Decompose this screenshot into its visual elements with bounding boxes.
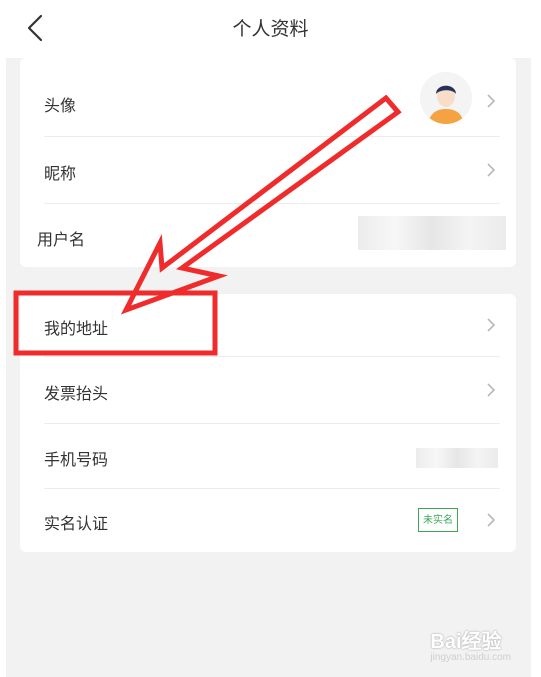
account-card: 我的地址 发票抬头 手机号码 实名认证 未实名 <box>20 294 516 552</box>
chevron-right-icon <box>487 163 496 177</box>
avatar <box>420 72 472 124</box>
username-value-redacted <box>358 216 506 250</box>
row-label: 头像 <box>44 96 77 115</box>
row-label: 用户名 <box>37 230 86 249</box>
watermark-url: jingyan.baidu.com <box>430 652 511 663</box>
row-label: 我的地址 <box>44 319 109 338</box>
verification-status-badge: 未实名 <box>418 508 458 532</box>
phone-row: 手机号码 <box>20 424 516 488</box>
person-avatar-icon <box>420 72 472 124</box>
nickname-row[interactable]: 昵称 <box>20 137 516 203</box>
content-area: 头像 昵称 用户名 我的地址 发票抬头 手机号码 实名认证 未实名 <box>6 58 531 677</box>
watermark: Bai经验 jingyan.baidu.com <box>430 625 511 663</box>
profile-card: 头像 昵称 用户名 <box>20 58 516 267</box>
top-nav-bar: 个人资料 <box>0 0 541 58</box>
watermark-logo: Bai经验 <box>430 631 502 653</box>
row-label: 手机号码 <box>44 450 109 469</box>
row-label: 昵称 <box>44 164 77 183</box>
address-row[interactable]: 我的地址 <box>20 294 516 356</box>
chevron-right-icon <box>487 513 496 527</box>
chevron-right-icon <box>487 318 496 332</box>
chevron-right-icon <box>487 94 496 108</box>
row-label: 发票抬头 <box>44 384 109 403</box>
username-row: 用户名 <box>20 204 516 267</box>
real-name-row[interactable]: 实名认证 未实名 <box>20 489 516 552</box>
row-label: 实名认证 <box>44 514 109 533</box>
avatar-row[interactable]: 头像 <box>20 58 516 136</box>
chevron-right-icon <box>487 383 496 397</box>
phone-value-redacted <box>416 448 498 468</box>
invoice-title-row[interactable]: 发票抬头 <box>20 357 516 423</box>
page-title: 个人资料 <box>232 18 309 40</box>
